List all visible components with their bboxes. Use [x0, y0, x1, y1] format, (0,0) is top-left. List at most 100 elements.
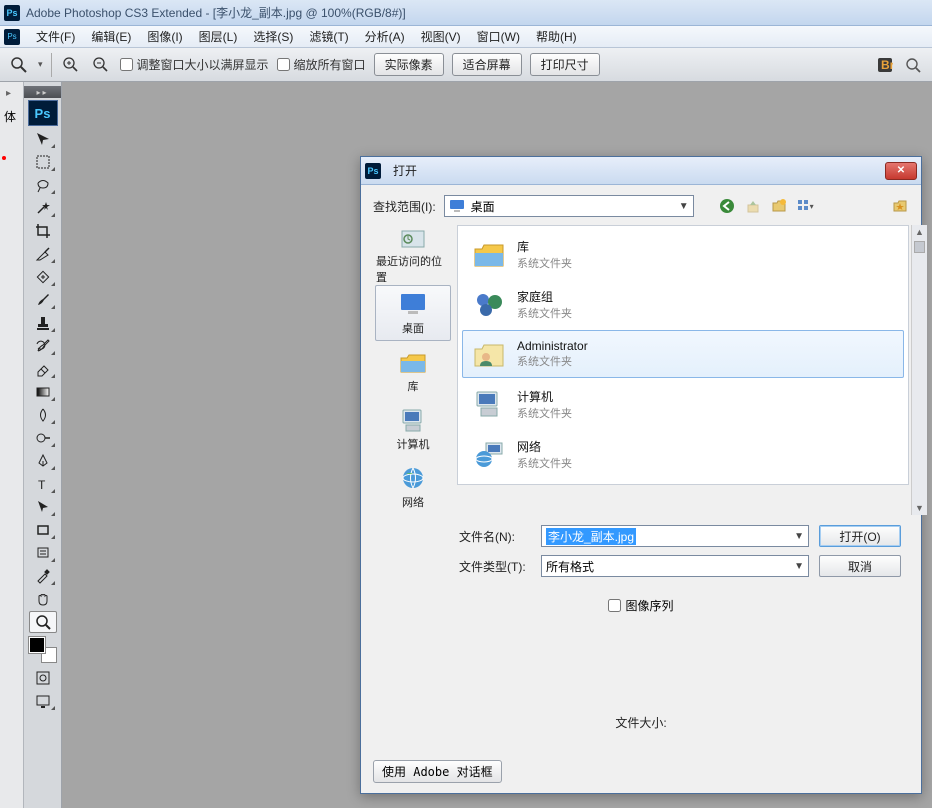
use-adobe-dialog-button[interactable]: 使用 Adobe 对话框 [373, 760, 502, 783]
brush-tool[interactable] [29, 289, 57, 311]
blur-tool[interactable] [29, 404, 57, 426]
menu-layer[interactable]: 图层(L) [191, 26, 246, 47]
menu-bar: Ps 文件(F) 编辑(E) 图像(I) 图层(L) 选择(S) 滤镜(T) 分… [0, 26, 932, 48]
lasso-tool[interactable] [29, 174, 57, 196]
menu-edit[interactable]: 编辑(E) [83, 26, 139, 47]
zoom-tool-icon[interactable] [8, 54, 30, 76]
menu-view[interactable]: 视图(V) [413, 26, 469, 47]
file-list[interactable]: 库系统文件夹 家庭组系统文件夹 Administrator系统文件夹 计算机系统… [457, 225, 909, 485]
history-brush-tool[interactable] [29, 335, 57, 357]
quickmask-toggle[interactable] [29, 667, 57, 689]
list-item[interactable]: 库系统文件夹 [462, 230, 904, 278]
zoom-out-icon[interactable] [90, 54, 112, 76]
list-item[interactable]: 网络系统文件夹 [462, 430, 904, 478]
collapse-tri-icon[interactable]: ▸ [6, 88, 11, 99]
scroll-thumb[interactable] [914, 241, 925, 253]
dropdown-arrow-icon[interactable]: ▾ [38, 59, 43, 70]
filename-combo[interactable]: 李小龙_副本.jpg ▼ [541, 525, 809, 547]
vertical-scrollbar[interactable]: ▲ ▼ [911, 225, 927, 515]
notes-tool[interactable] [29, 542, 57, 564]
filetype-value: 所有格式 [546, 558, 594, 575]
zoom-all-checkbox[interactable]: 缩放所有窗口 [277, 56, 366, 73]
pen-tool[interactable] [29, 450, 57, 472]
place-network-label: 网络 [402, 494, 424, 510]
eyedropper-tool[interactable] [29, 565, 57, 587]
shape-tool[interactable] [29, 519, 57, 541]
dodge-tool[interactable] [29, 427, 57, 449]
svg-text:Br: Br [881, 58, 893, 72]
svg-text:T: T [38, 478, 46, 492]
screenmode-toggle[interactable] [29, 690, 57, 712]
gradient-tool[interactable] [29, 381, 57, 403]
zoom-in-icon[interactable] [60, 54, 82, 76]
menu-help[interactable]: 帮助(H) [528, 26, 585, 47]
wand-tool[interactable] [29, 197, 57, 219]
healing-tool[interactable] [29, 266, 57, 288]
left-strip-char: 体 [4, 108, 16, 125]
actual-pixels-button[interactable]: 实际像素 [374, 53, 444, 76]
filetype-combo[interactable]: 所有格式 ▼ [541, 555, 809, 577]
places-bar: 最近访问的位置 桌面 库 计算机 网络 [373, 225, 453, 515]
cancel-button[interactable]: 取消 [819, 555, 901, 577]
open-dialog: Ps 打开 ✕ 查找范围(I): 桌面 ▼ ▾ 最近访问的位置 [360, 156, 922, 794]
workspace-icon[interactable] [902, 54, 924, 76]
back-icon[interactable] [718, 197, 736, 215]
list-item[interactable]: 计算机系统文件夹 [462, 380, 904, 428]
dialog-titlebar[interactable]: Ps 打开 ✕ [361, 157, 921, 185]
favorite-icon[interactable] [891, 197, 909, 215]
viewmenu-icon[interactable]: ▾ [796, 197, 814, 215]
place-library[interactable]: 库 [375, 343, 451, 399]
item-name: Administrator [517, 339, 588, 353]
scroll-up-icon[interactable]: ▲ [912, 225, 927, 239]
slice-tool[interactable] [29, 243, 57, 265]
network-icon [397, 464, 429, 492]
toolbox-handle[interactable]: ▸▸ [24, 86, 61, 98]
hand-tool[interactable] [29, 588, 57, 610]
place-computer[interactable]: 计算机 [375, 401, 451, 457]
place-desktop[interactable]: 桌面 [375, 285, 451, 341]
path-select-tool[interactable] [29, 496, 57, 518]
menu-filter[interactable]: 滤镜(T) [301, 26, 356, 47]
file-size-label: 文件大小: [373, 714, 909, 731]
recent-icon [397, 225, 429, 251]
image-sequence-checkbox[interactable] [608, 599, 621, 612]
menu-image[interactable]: 图像(I) [139, 26, 190, 47]
menu-file[interactable]: 文件(F) [28, 26, 83, 47]
place-recent[interactable]: 最近访问的位置 [375, 227, 451, 283]
up-icon[interactable] [744, 197, 762, 215]
item-sub: 系统文件夹 [517, 305, 572, 321]
marquee-tool[interactable] [29, 151, 57, 173]
desktop-icon [397, 290, 429, 318]
print-size-button[interactable]: 打印尺寸 [530, 53, 600, 76]
lookin-label: 查找范围(I): [373, 198, 436, 215]
dialog-ps-icon: Ps [365, 163, 381, 179]
foreground-color[interactable] [29, 637, 45, 653]
stamp-tool[interactable] [29, 312, 57, 334]
eraser-tool[interactable] [29, 358, 57, 380]
menu-window[interactable]: 窗口(W) [469, 26, 528, 47]
network-item-icon [471, 437, 507, 471]
lookin-combo[interactable]: 桌面 ▼ [444, 195, 694, 217]
list-item[interactable]: Administrator系统文件夹 [462, 330, 904, 378]
open-button[interactable]: 打开(O) [819, 525, 901, 547]
newfolder-icon[interactable] [770, 197, 788, 215]
item-sub: 系统文件夹 [517, 353, 588, 369]
menu-analysis[interactable]: 分析(A) [357, 26, 413, 47]
zoom-all-label: 缩放所有窗口 [294, 56, 366, 73]
bridge-icon[interactable]: Br [874, 54, 896, 76]
crop-tool[interactable] [29, 220, 57, 242]
lookin-value: 桌面 [471, 198, 495, 215]
toolbox: ▸▸ Ps T [24, 82, 62, 808]
color-swatches[interactable] [29, 637, 57, 663]
zoom-tool[interactable] [29, 611, 57, 633]
close-button[interactable]: ✕ [885, 162, 917, 180]
place-desktop-label: 桌面 [402, 320, 424, 336]
place-network[interactable]: 网络 [375, 459, 451, 515]
move-tool[interactable] [29, 128, 57, 150]
resize-to-fit-checkbox[interactable]: 调整窗口大小以满屏显示 [120, 56, 269, 73]
type-tool[interactable]: T [29, 473, 57, 495]
list-item[interactable]: 家庭组系统文件夹 [462, 280, 904, 328]
menu-select[interactable]: 选择(S) [245, 26, 301, 47]
fit-screen-button[interactable]: 适合屏幕 [452, 53, 522, 76]
scroll-down-icon[interactable]: ▼ [912, 501, 927, 515]
